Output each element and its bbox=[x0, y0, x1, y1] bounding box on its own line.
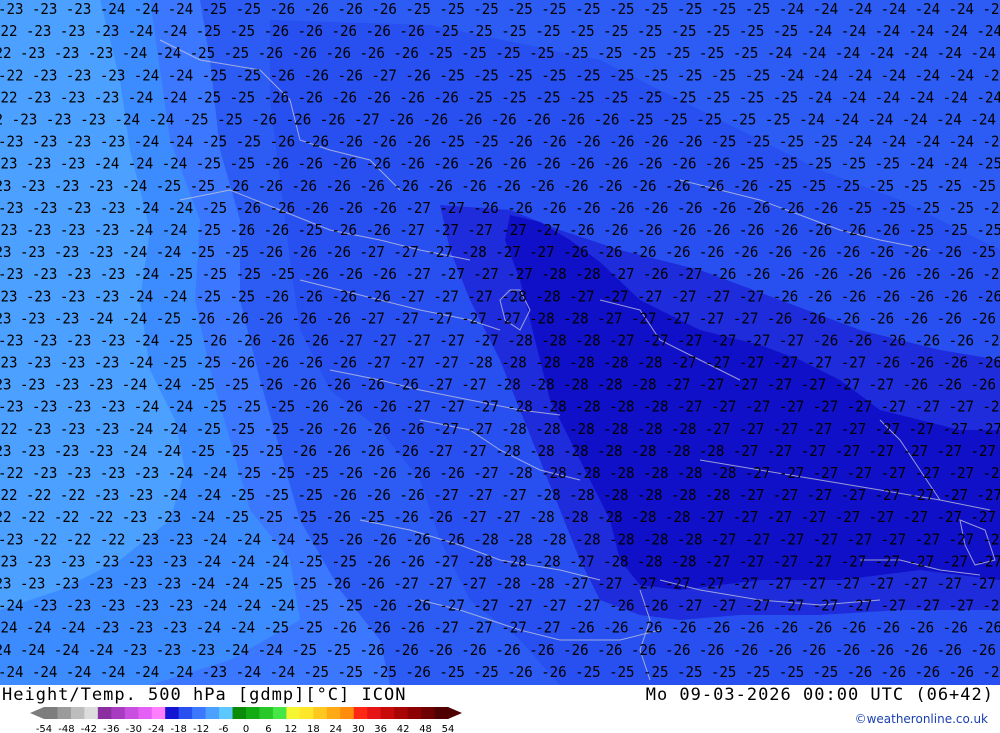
contour-label-row: -23 -23 -23 -23 -24 -24 -25 -25 -26 -26 … bbox=[0, 376, 996, 394]
legend-swatch bbox=[340, 707, 355, 719]
legend-swatch bbox=[57, 707, 72, 719]
contour-label-row: -24 -23 -23 -23 -23 -23 -24 -24 -24 -25 … bbox=[0, 597, 1000, 615]
legend-tick-label: 36 bbox=[374, 724, 387, 733]
legend-swatch bbox=[272, 707, 287, 719]
contour-label-row: -23 -22 -22 -22 -23 -23 -24 -24 -24 -25 … bbox=[0, 530, 1000, 548]
legend-tick-label: 18 bbox=[307, 724, 320, 733]
legend-swatch bbox=[219, 707, 234, 719]
contour-label-row: -23 -23 -23 -23 -24 -24 -25 -25 -26 -26 … bbox=[0, 133, 1000, 151]
legend-swatch bbox=[70, 707, 85, 719]
legend-swatch bbox=[353, 707, 368, 719]
legend-swatch bbox=[44, 707, 58, 719]
contour-label-row: -23 -23 -23 -23 -24 -24 -25 -26 -26 -26 … bbox=[0, 199, 1000, 217]
color-legend: -54 -48 -42 -36 -30 -24 -18 -12 -6 0 6 12 18 24 30 36 42… bbox=[30, 707, 462, 733]
legend-swatch bbox=[299, 707, 314, 719]
legend-swatch bbox=[232, 707, 247, 719]
contour-label-row: -24 -24 -24 -24 -23 -23 -23 -24 -24 -25 … bbox=[0, 641, 996, 659]
contour-label-row: -23 -23 -23 -23 -24 -25 -25 -26 -26 -26 … bbox=[0, 354, 1000, 372]
contour-label-row: -23 -23 -23 -24 -24 -25 -26 -26 -26 -26 … bbox=[0, 309, 996, 327]
contour-label-row: -22 -23 -23 -23 -23 -24 -24 -25 -25 -25 … bbox=[0, 464, 1000, 482]
legend-swatch bbox=[407, 707, 422, 719]
legend-swatch bbox=[380, 707, 395, 719]
contour-label-row: -24 -24 -24 -24 -24 -24 -23 -24 -24 -25 … bbox=[0, 663, 1000, 681]
legend-tick-label: -54 bbox=[36, 724, 52, 733]
contour-label-row: -24 -24 -24 -23 -23 -23 -24 -24 -25 -25 … bbox=[0, 619, 1000, 637]
contour-label-row: -2 -23 -23 -23 -24 -24 -25 -25 -26 -26 -… bbox=[0, 110, 996, 128]
contour-label-row: -22 -23 -23 -23 -24 -24 -25 -25 -26 -26 … bbox=[0, 66, 1000, 84]
legend-arrow-left bbox=[30, 707, 44, 719]
legend-tick-label: 24 bbox=[329, 724, 342, 733]
legend-tick-label: 42 bbox=[397, 724, 410, 733]
contour-label-row: -22 -23 -23 -23 -24 -24 -25 -25 -26 -26 … bbox=[0, 88, 1000, 106]
legend-swatch bbox=[246, 707, 260, 719]
legend-tick-label: -30 bbox=[126, 724, 142, 733]
legend-swatch bbox=[313, 707, 328, 719]
legend-swatch bbox=[124, 707, 139, 719]
legend-tick-label: 12 bbox=[285, 724, 298, 733]
legend-tick-label: -6 bbox=[219, 724, 229, 733]
legend-tick-label: -18 bbox=[170, 724, 186, 733]
legend-tick-label: -48 bbox=[58, 724, 74, 733]
contour-label-row: -22 -23 -23 -23 -24 -24 -25 -25 -25 -26 … bbox=[0, 420, 1000, 438]
contour-label-row: -23 -23 -23 -23 -24 -25 -26 -26 -26 -26 … bbox=[0, 331, 1000, 349]
legend-tick-label: 54 bbox=[442, 724, 455, 733]
map-title: Height/Temp. 500 hPa [gdmp][°C] ICON bbox=[2, 685, 407, 705]
legend-swatches bbox=[30, 707, 462, 719]
legend-tick-label: 48 bbox=[419, 724, 432, 733]
contour-label-row: -23 -23 -23 -23 -23 -23 -24 -24 -24 -25 … bbox=[0, 552, 1000, 570]
contour-label-row: -23 -23 -23 -23 -24 -25 -25 -25 -25 -26 … bbox=[0, 265, 1000, 283]
contour-labels: -23 -23 -23 -24 -24 -24 -25 -25 -26 -26 … bbox=[0, 0, 1000, 681]
legend-swatch bbox=[367, 707, 382, 719]
legend-tick-label: -36 bbox=[103, 724, 119, 733]
legend-swatch bbox=[84, 707, 99, 719]
legend-swatch bbox=[421, 707, 436, 719]
legend-swatch bbox=[286, 707, 301, 719]
contour-label-row: -23 -23 -23 -23 -24 -24 -25 -25 -26 -26 … bbox=[0, 287, 1000, 305]
legend-swatch bbox=[178, 707, 193, 719]
contour-label-row: -23 -23 -23 -23 -24 -25 -25 -26 -26 -26 … bbox=[0, 177, 996, 195]
legend-swatch bbox=[151, 707, 166, 719]
contour-label-row: -22 -23 -23 -23 -24 -24 -25 -25 -26 -26 … bbox=[0, 22, 1000, 40]
forecast-datetime: Mo 09-03-2026 00:00 UTC (06+42) bbox=[645, 685, 994, 705]
legend-swatch bbox=[259, 707, 274, 719]
legend-swatch bbox=[326, 707, 341, 719]
contour-label-row: -23 -23 -23 -23 -24 -24 -25 -25 -25 -26 … bbox=[0, 442, 996, 460]
legend-ticks: -54 -48 -42 -36 -30 -24 -18 -12 -6 0 6 12 18 24 30 36 42… bbox=[36, 724, 455, 733]
contour-label-row: -23 -23 -23 -23 -24 -24 -25 -25 -25 -26 … bbox=[0, 398, 1000, 416]
legend-tick-label: 0 bbox=[243, 724, 249, 733]
contour-label-row: -23 -23 -23 -24 -24 -24 -25 -25 -26 -26 … bbox=[0, 0, 1000, 18]
legend-tick-label: 30 bbox=[352, 724, 365, 733]
footer-bar: Height/Temp. 500 hPa [gdmp][°C] ICON Mo … bbox=[0, 685, 1000, 733]
legend-tick-label: -42 bbox=[81, 724, 97, 733]
contour-label-row: -22 -23 -23 -23 -24 -24 -25 -25 -26 -26 … bbox=[0, 44, 996, 62]
temperature-map: -23 -23 -23 -24 -24 -24 -25 -25 -26 -26 … bbox=[0, 0, 1000, 685]
legend-swatch bbox=[97, 707, 112, 719]
contour-label-row: -23 -23 -23 -23 -24 -24 -25 -26 -26 -25 … bbox=[0, 221, 1000, 239]
contour-label-row: -23 -23 -23 -24 -24 -24 -25 -25 -26 -26 … bbox=[0, 155, 1000, 173]
credit-link[interactable]: ©weatheronline.co.uk bbox=[855, 712, 988, 726]
legend-swatch bbox=[205, 707, 220, 719]
contour-label-row: -23 -23 -23 -23 -23 -23 -24 -24 -25 -25 … bbox=[0, 575, 996, 593]
legend-swatch bbox=[138, 707, 153, 719]
legend-swatch bbox=[111, 707, 126, 719]
legend-swatch bbox=[165, 707, 180, 719]
legend-tick-label: 6 bbox=[265, 724, 271, 733]
legend-swatch bbox=[192, 707, 207, 719]
contour-label-row: -23 -23 -23 -23 -24 -24 -25 -25 -26 -26 … bbox=[0, 243, 996, 261]
contour-label-row: -22 -22 -22 -23 -23 -24 -24 -25 -25 -25 … bbox=[0, 486, 1000, 504]
legend-swatch bbox=[394, 707, 409, 719]
legend-tick-label: -24 bbox=[148, 724, 164, 733]
legend-swatch bbox=[434, 707, 449, 719]
legend-tick-label: -12 bbox=[193, 724, 209, 733]
legend-arrow-right bbox=[448, 707, 462, 719]
contour-label-row: -22 -22 -22 -22 -23 -23 -24 -25 -25 -25 … bbox=[0, 508, 996, 526]
